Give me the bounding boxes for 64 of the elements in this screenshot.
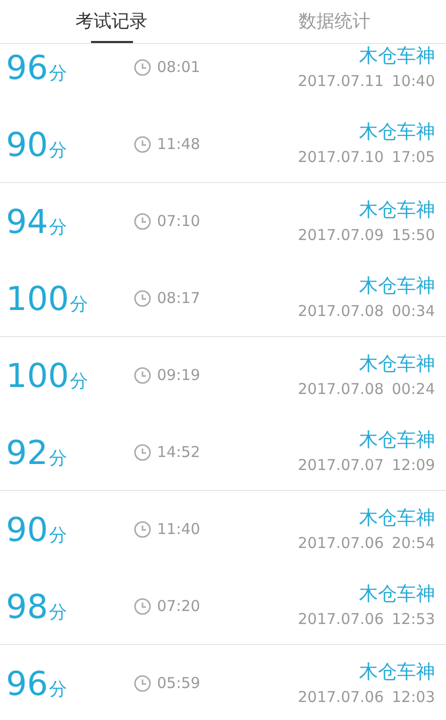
clock-icon (134, 598, 151, 614)
user-name: 木仓车神 (359, 275, 435, 299)
score: 98 (6, 590, 48, 622)
date: 2017.07.06 (298, 688, 384, 706)
duration: 11:48 (157, 134, 200, 155)
time: 10:40 (392, 72, 435, 90)
score: 100 (6, 359, 69, 392)
duration: 07:20 (157, 596, 200, 617)
score-unit: 分 (49, 219, 67, 237)
user-name: 木仓车神 (359, 352, 435, 376)
score: 92 (6, 436, 48, 468)
time: 12:53 (392, 610, 435, 629)
duration: 07:10 (157, 211, 200, 232)
duration: 05:59 (157, 673, 200, 694)
user-name: 木仓车神 (359, 44, 435, 68)
clock-icon (134, 59, 151, 76)
duration: 11:40 (157, 519, 200, 540)
user-name: 木仓车神 (359, 660, 435, 684)
time: 20:54 (392, 534, 435, 552)
date: 2017.07.08 (298, 380, 384, 398)
time: 17:05 (392, 148, 435, 167)
user-name: 木仓车神 (359, 198, 435, 222)
clock-icon (134, 444, 151, 460)
time: 00:24 (392, 380, 435, 398)
score: 96 (6, 667, 48, 700)
score: 100 (6, 282, 69, 314)
score-unit: 分 (49, 142, 67, 160)
user-name: 木仓车神 (359, 506, 435, 530)
score: 90 (6, 513, 48, 546)
date: 2017.07.10 (298, 148, 384, 167)
time: 00:34 (392, 302, 435, 321)
tab[interactable]: 考试记录 (0, 0, 223, 43)
duration: 09:19 (157, 365, 200, 386)
score-unit: 分 (49, 604, 67, 622)
user-name: 木仓车神 (359, 429, 435, 453)
clock-icon (134, 290, 151, 306)
time: 12:03 (392, 688, 435, 706)
clock-icon (134, 213, 151, 230)
date: 2017.07.11 (298, 72, 384, 90)
time: 15:50 (392, 226, 435, 244)
score: 94 (6, 205, 48, 238)
duration: 08:17 (157, 288, 200, 309)
clock-icon (134, 675, 151, 692)
duration: 14:52 (157, 442, 200, 463)
clock-icon (134, 367, 151, 384)
score: 96 (6, 51, 48, 84)
date: 2017.07.07 (298, 456, 384, 475)
score-unit: 分 (70, 296, 88, 314)
user-name: 木仓车神 (359, 121, 435, 145)
clock-icon (134, 136, 151, 152)
score-unit: 分 (49, 527, 67, 545)
score: 90 (6, 128, 48, 160)
score-unit: 分 (49, 450, 67, 468)
user-name: 木仓车神 (359, 583, 435, 607)
score-unit: 分 (49, 65, 67, 83)
date: 2017.07.09 (298, 226, 384, 244)
time: 12:09 (392, 456, 435, 475)
clock-icon (134, 521, 151, 538)
duration: 08:01 (157, 57, 200, 78)
score-unit: 分 (70, 373, 88, 391)
date: 2017.07.08 (298, 302, 384, 321)
date: 2017.07.06 (298, 610, 384, 629)
score-unit: 分 (49, 681, 67, 699)
date: 2017.07.06 (298, 534, 384, 552)
